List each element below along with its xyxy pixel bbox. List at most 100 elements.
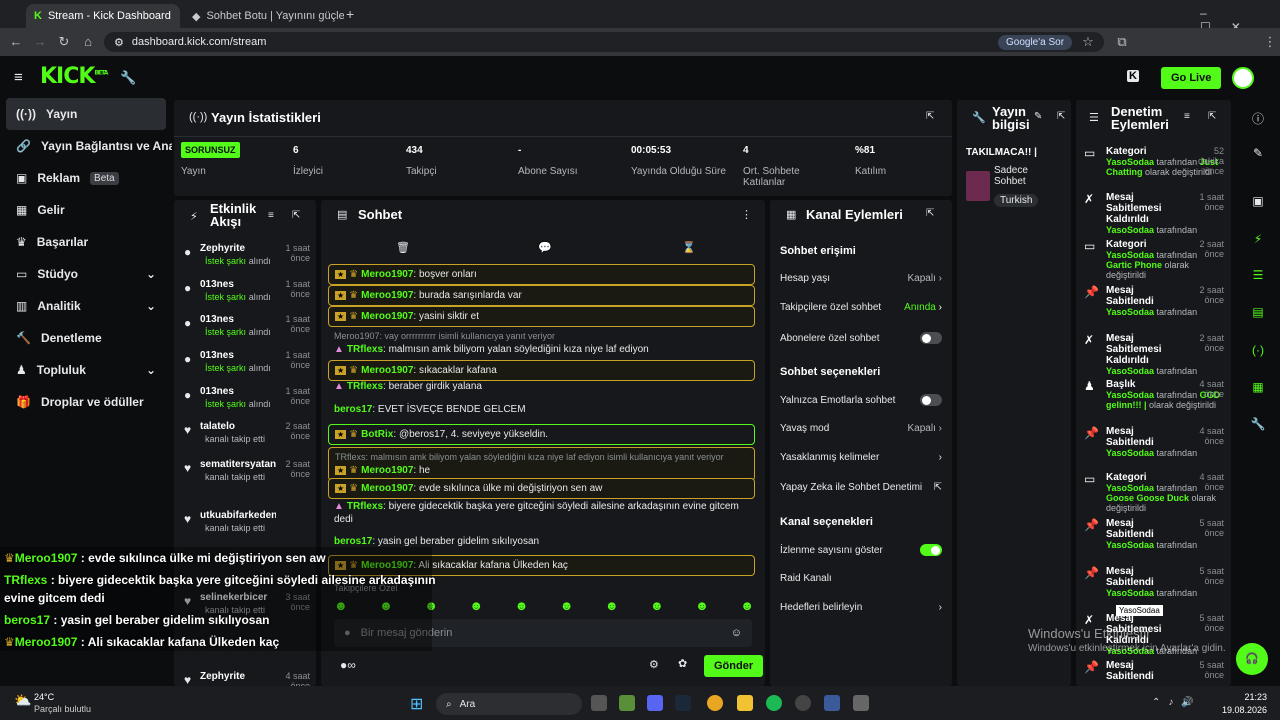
moderation-item[interactable]: ♟ Başlık 4 saat önce YasoSodaa tarafından G… [1084,379,1224,410]
avatar[interactable] [1232,67,1254,89]
google-ask-button[interactable]: Google'a Sor [998,35,1073,50]
moderation-item[interactable]: 📌 Mesaj Sabitlendi 5 saat önce YasoSodaa ta… [1084,566,1224,598]
home-icon[interactable]: ⌂ [80,34,96,49]
emoji-icon[interactable]: ☺ [731,627,742,639]
activity-item[interactable]: ♥ sematitersyatan 2 saat önce kanalı takip … [184,459,310,483]
chat-message[interactable]: ▲ TRflexs: beraber girdik yalana [328,380,755,393]
menu-dots-icon[interactable]: ⋮ [1262,34,1278,50]
chat-message[interactable]: ★ ♛ Meroo1907: boşver onları [328,264,755,285]
taskview-icon[interactable] [591,695,607,711]
show-viewers-toggle[interactable] [920,544,942,556]
windows-start-icon[interactable]: ⊞ [410,694,423,714]
moderation-item[interactable]: ✗ Mesaj Sabitlemesi Kaldırıldı 1 saat önce… [1084,192,1224,235]
row-subs-only[interactable]: Abonelere özel sohbet [780,332,942,344]
moderation-item[interactable]: 📌 Mesaj Sabitlendi 2 saat önce YasoSodaa ta… [1084,285,1224,317]
list-rail-icon[interactable]: ☰ [1244,268,1272,288]
app-icon[interactable] [853,695,869,711]
settings-icon[interactable]: ⚙ [649,658,659,671]
sidebar-item-link[interactable]: 🔗 Yayın Bağlantısı ve Anahtarı [0,130,172,162]
emote-icon[interactable]: ☻ [650,598,664,613]
chat-message[interactable]: ★ ♛ Meroo1907: yasini siktir et [328,306,755,327]
chat-rail-icon[interactable]: ▤ [1244,305,1272,325]
chat-message[interactable]: ▲ TRflexs: biyere gidecektik başka yere g… [328,500,755,526]
emote-icon[interactable]: ☻ [469,598,483,613]
filter-icon[interactable]: ≡ [1184,111,1190,122]
reload-icon[interactable]: ↻ [56,34,72,50]
row-account-age[interactable]: Hesap yaşı Kapalı › [780,273,942,284]
activity-item[interactable]: ● 013nes 1 saat önce İstek şarkı alındı [184,350,310,374]
trash-icon[interactable]: 🗑 [396,241,410,254]
activity-item[interactable]: ● 013nes 1 saat önce İstek şarkı alındı [184,279,310,303]
popout-icon[interactable]: ⇱ [926,111,934,122]
tab-sohbet-botu[interactable]: ◆ Sohbet Botu | Yayınını güçlendir [184,4,344,28]
new-tab-icon[interactable]: + [346,6,354,22]
chat-message[interactable]: ★ ♛ Meroo1907: burada sarışınlarda var [328,285,755,306]
sidebar-item-analitik[interactable]: ▥ Analitik ⌄ [0,290,172,322]
chrome-icon[interactable] [707,695,723,711]
sidebar-item-basarilar[interactable]: ♛ Başarılar [0,226,172,258]
chat-message[interactable]: Meroo1907: vay orrrrrrrrrr isimli kullan… [328,330,755,356]
sidebar-item-studyo[interactable]: ▭ Stüdyo ⌄ [0,258,172,290]
chat-message[interactable]: beros17: EVET İSVEÇE BENDE GELCEM [328,403,755,416]
obs-icon[interactable] [795,695,811,711]
sidebar-item-topluluk[interactable]: ♟ Topluluk ⌄ [0,354,172,386]
moderation-item[interactable]: ✗ Mesaj Sabitlemesi Kaldırıldı 2 saat önce… [1084,333,1224,376]
sidebar-item-droplar[interactable]: 🎁 Droplar ve ödüller [0,386,172,418]
row-raid[interactable]: Raid Kanalı [780,573,942,584]
chat-message[interactable]: ★ ♛ Meroo1907: sıkacaklar kafana [328,360,755,381]
moderation-item[interactable]: ▭ Kategori 2 saat önce YasoSodaa tarafından… [1084,239,1224,280]
edit-icon[interactable]: ✎ [1034,111,1042,122]
chat-message[interactable]: ★ ♛ BotRix: @beros17, 4. seviyeye yükseldi… [328,424,755,445]
spotify-icon[interactable] [766,695,782,711]
row-banned-words[interactable]: Yasaklanmış kelimeler › [780,452,942,463]
popout-icon[interactable]: ⇱ [926,208,934,219]
filter-rail-icon[interactable]: ▦ [1244,380,1272,400]
hourglass-icon[interactable]: ⌛ [682,241,696,254]
minecraft-icon[interactable] [619,695,635,711]
bolt-icon[interactable]: ⚡ [1244,232,1272,252]
sidebar-item-yayin[interactable]: ((·)) Yayın [6,98,166,130]
row-ai-moderation[interactable]: Yapay Zeka ile Sohbet Denetimi ⇱ [780,482,942,493]
chat-bubble-icon[interactable]: 💬 [538,241,552,254]
explorer-icon[interactable] [737,695,753,711]
tab-kick-dashboard[interactable]: K Stream - Kick Dashboard [26,4,180,28]
row-followers-only[interactable]: Takipçilere özel sohbet Anında › [780,302,942,313]
bookmark-star-icon[interactable]: ☆ [1080,34,1096,50]
go-live-button[interactable]: Go Live [1161,67,1222,89]
sidebar-item-gelir[interactable]: ▦ Gelir [0,194,172,226]
forward-icon[interactable]: → [32,34,48,49]
popout-icon[interactable]: ⇱ [1208,111,1216,122]
moderation-item[interactable]: ▭ Kategori 4 saat önce YasoSodaa tarafından… [1084,472,1224,513]
emote-icon[interactable]: ☻ [695,598,709,613]
emote-icon[interactable]: ☻ [740,598,754,613]
app-icon[interactable] [824,695,840,711]
activity-item[interactable]: ♥ utkuabifarkedenekada kanalı takip etti [184,510,310,534]
wrench-rail-icon[interactable]: 🔧 [1244,417,1272,437]
emote-icon[interactable]: ☻ [605,598,619,613]
filter-icon[interactable]: ≡ [268,210,274,221]
activity-item[interactable]: ● 013nes 1 saat önce İstek şarkı alındı [184,386,310,410]
moderation-item[interactable]: ▭ Kategori 52 dakika önce YasoSodaa tarafın… [1084,146,1224,177]
bot-icon[interactable]: ✿ [678,657,687,670]
tools-icon[interactable]: 🔧 [120,70,136,86]
emote-only-toggle[interactable] [920,394,942,406]
popout-icon[interactable]: ⇱ [1057,111,1065,122]
info-icon[interactable]: ⓘ [1244,110,1272,130]
popout-icon[interactable]: ⇱ [292,210,300,221]
moderation-item[interactable]: 📌 Mesaj Sabitlendi 5 saat önce [1084,660,1224,682]
ad-rail-icon[interactable]: ▣ [1244,194,1272,214]
activity-item[interactable]: ♥Zephyrite4 saat önce [184,671,310,691]
support-button[interactable]: 🎧 [1236,643,1268,675]
sidebar-item-denetleme[interactable]: 🔨 Denetleme [0,322,172,354]
more-icon[interactable]: ⋮ [741,208,752,221]
moderation-item[interactable]: 📌 Mesaj Sabitlendi 4 saat önce YasoSodaa ta… [1084,426,1224,458]
activity-item[interactable]: ● 013nes 1 saat önce İstek şarkı alındı [184,314,310,338]
hamburger-icon[interactable]: ≡ [14,69,23,86]
kick-logo[interactable]: KICKBETA [40,64,108,89]
emote-icon[interactable]: ☻ [560,598,574,613]
broadcast-rail-icon[interactable]: (·) [1244,343,1272,363]
row-emote-only[interactable]: Yalnızca Emotlarla sohbet [780,394,942,406]
moderation-item[interactable]: 📌 Mesaj Sabitlendi 5 saat önce YasoSodaa ta… [1084,518,1224,550]
points-icon[interactable]: ●∞ [340,658,356,672]
discord-icon[interactable] [647,695,663,711]
